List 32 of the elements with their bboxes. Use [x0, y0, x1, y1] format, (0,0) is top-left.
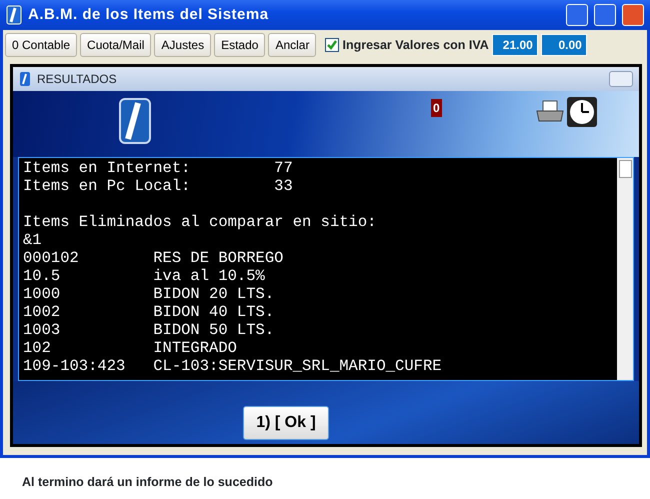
toolbar-button[interactable]: AJustes — [154, 33, 212, 57]
text-line: &1 — [23, 231, 43, 249]
counter-badge: 0 — [431, 99, 442, 117]
text-line: 1002 BIDON 40 LTS. — [23, 303, 276, 321]
scrollbar[interactable] — [617, 158, 633, 380]
toolbar-button[interactable]: Cuota/Mail — [80, 33, 152, 57]
maximize-button[interactable] — [594, 4, 616, 26]
toolbar-button[interactable]: 0 Contable — [5, 33, 78, 57]
value-field[interactable]: 0.00 — [540, 34, 587, 56]
toolbar-button[interactable]: Estado — [214, 33, 266, 57]
app-icon — [6, 5, 22, 25]
logo-icon — [118, 97, 152, 145]
value-field[interactable]: 21.00 — [492, 34, 538, 56]
text-line: 10.5 iva al 10.5% — [23, 267, 266, 285]
check-icon — [326, 39, 338, 51]
text-line: Items Eliminados al comparar en sitio: — [23, 213, 378, 231]
ok-button[interactable]: 1) [ Ok ] — [243, 406, 329, 440]
minimize-button[interactable] — [566, 4, 588, 26]
caption: Al termino dará un informe de lo sucedido — [21, 474, 274, 491]
text-line: Items en Pc Local: 33 — [23, 177, 294, 195]
iva-checkbox[interactable]: Ingresar Valores con IVA — [325, 36, 489, 54]
app-icon — [19, 71, 31, 87]
text-line: 1003 BIDON 50 LTS. — [23, 321, 276, 339]
text-line: Items en Internet: 77 — [23, 159, 294, 177]
text-line: 109-103:423 CL-103:SERVISUR_SRL_MARIO_CUFRE — [23, 357, 443, 375]
clock-icon[interactable] — [567, 97, 597, 127]
window-title: A.B.M. de los Items del Sistema — [28, 4, 270, 25]
dialog-title: RESULTADOS — [37, 71, 118, 88]
text-line: 1000 BIDON 20 LTS. — [23, 285, 276, 303]
text-line: 000102 RES DE BORREGO — [23, 249, 284, 267]
text-line: 102 INTEGRADO — [23, 339, 238, 357]
toolbar-button[interactable]: Anclar — [268, 33, 316, 57]
